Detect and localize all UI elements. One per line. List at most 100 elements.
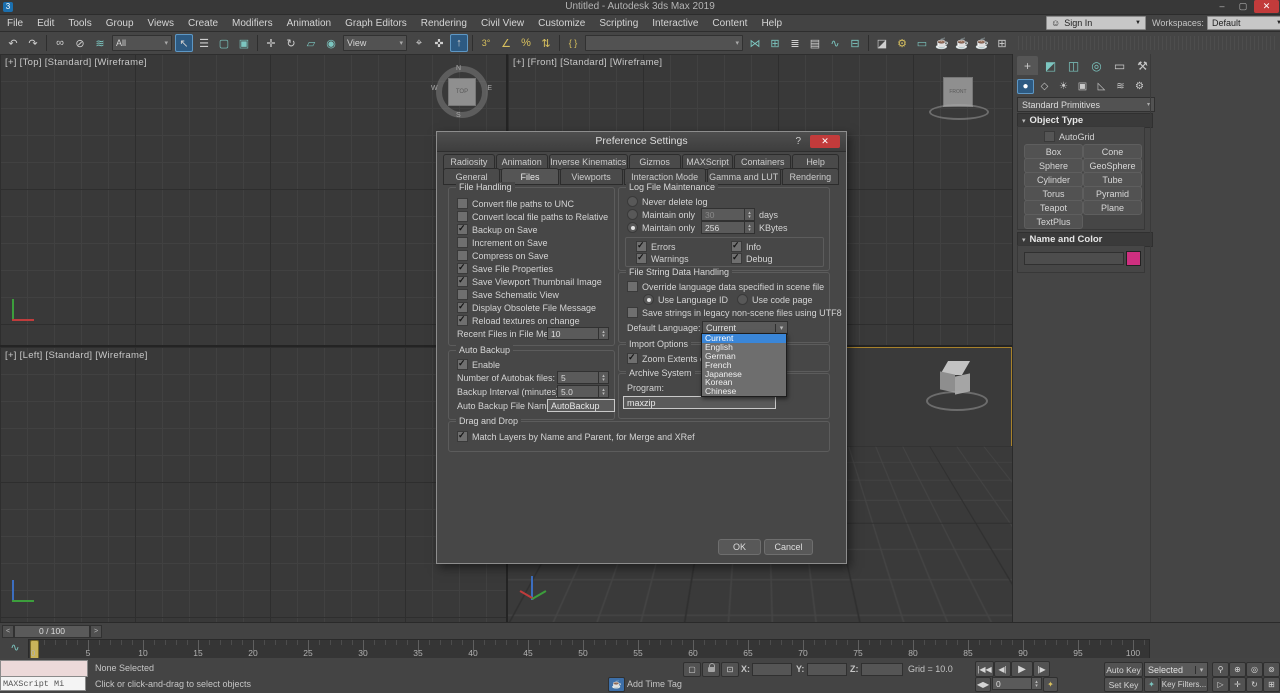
spinner-arrows[interactable]: ▴▾ (744, 222, 754, 233)
compass-east[interactable]: E (487, 85, 492, 92)
tab-rendering[interactable]: Rendering (782, 168, 839, 185)
button-cylinder[interactable]: Cylinder (1024, 172, 1083, 187)
compass-west[interactable]: W (431, 85, 438, 92)
tab-display[interactable]: ▭ (1109, 56, 1130, 75)
checkbox[interactable] (457, 224, 468, 235)
select-and-move-icon[interactable]: ✛ (262, 34, 280, 52)
cancel-button[interactable]: Cancel (764, 539, 813, 555)
rectangular-selection-region-icon[interactable]: ▢ (215, 34, 233, 52)
viewport-left[interactable]: [+] [Left] [Standard] [Wireframe] (0, 347, 506, 622)
archive-program-input[interactable]: maxzip (623, 396, 776, 409)
key-mode-toggle-icon[interactable]: ◀▶ (975, 677, 991, 692)
keyboard-shortcut-override-icon[interactable]: ↑ (450, 34, 468, 52)
dialog-close-button[interactable]: ✕ (810, 135, 840, 148)
spinner-arrows[interactable]: ▴▾ (598, 328, 608, 339)
recent-files-spinner[interactable]: 10 ▴▾ (547, 327, 609, 340)
compass-north[interactable]: N (456, 65, 461, 72)
checkbox[interactable] (457, 302, 468, 313)
button-plane[interactable]: Plane (1083, 200, 1142, 215)
go-to-start-button[interactable]: |◀◀ (975, 661, 994, 677)
kbytes-spinner[interactable]: 256 ▴▾ (701, 221, 755, 234)
menu-modifiers[interactable]: Modifiers (225, 16, 280, 31)
field-of-view-icon[interactable]: ▷ (1212, 677, 1229, 692)
open-autodesk-app-icon[interactable]: ⊞ (993, 34, 1011, 52)
selected-filter-dropdown[interactable]: Selected ▾ (1144, 662, 1208, 677)
align-icon[interactable]: ⊞ (766, 34, 784, 52)
selection-filter-dropdown[interactable]: All▾ (112, 35, 172, 51)
match-layers-checkbox[interactable] (457, 431, 468, 442)
viewport-top[interactable]: [+] [Top] [Standard] [Wireframe] N S W E… (0, 54, 506, 345)
category-systems-icon[interactable]: ⚙ (1131, 79, 1148, 94)
button-tube[interactable]: Tube (1083, 172, 1142, 187)
previous-frame-button[interactable]: ◀| (994, 661, 1011, 677)
menu-animation[interactable]: Animation (280, 16, 338, 31)
viewcube-3d[interactable] (924, 355, 988, 425)
ok-button[interactable]: OK (718, 539, 761, 555)
snaps-toggle-icon[interactable]: 3° (477, 34, 495, 52)
maximize-button[interactable]: ▢ (1234, 0, 1252, 13)
spinner-arrows[interactable]: ▴▾ (598, 386, 608, 397)
category-geometry-icon[interactable]: ● (1017, 79, 1034, 94)
use-code-page-radio[interactable] (737, 294, 748, 305)
menu-create[interactable]: Create (181, 16, 225, 31)
current-frame-spinner[interactable]: 0 ▴▾ (992, 677, 1042, 690)
mini-curve-editor-icon[interactable]: ∿ (6, 641, 24, 657)
percent-snap-icon[interactable]: % (517, 34, 535, 52)
override-language-checkbox[interactable] (627, 281, 638, 292)
zoom-extents-all-icon[interactable]: ⊚ (1263, 662, 1280, 677)
select-and-scale-icon[interactable]: ▱ (302, 34, 320, 52)
tab-motion[interactable]: ◎ (1086, 56, 1107, 75)
maintain-days-radio[interactable] (627, 209, 638, 220)
zoom-all-icon[interactable]: ⊕ (1229, 662, 1246, 677)
mirror-icon[interactable]: ⋈ (746, 34, 764, 52)
select-and-rotate-icon[interactable]: ↻ (282, 34, 300, 52)
backup-name-input[interactable]: AutoBackup (547, 399, 615, 412)
category-helpers-icon[interactable]: ◺ (1093, 79, 1110, 94)
undo-icon[interactable]: ↶ (4, 34, 22, 52)
zoom-extents-checkbox[interactable] (627, 353, 638, 364)
checkbox[interactable] (457, 237, 468, 248)
named-selection-sets-icon[interactable]: { } (564, 34, 582, 52)
checkbox[interactable] (457, 198, 468, 209)
menu-rendering[interactable]: Rendering (414, 16, 474, 31)
button-geosphere[interactable]: GeoSphere (1083, 158, 1142, 173)
use-pivot-point-icon[interactable]: ⌖ (410, 34, 428, 52)
maintain-kbytes-radio[interactable] (627, 222, 638, 233)
tab-viewports[interactable]: Viewports (560, 168, 623, 185)
button-box[interactable]: Box (1024, 144, 1083, 159)
reference-coordinate-dropdown[interactable]: View▾ (343, 35, 407, 51)
viewcube-face[interactable]: FRONT (944, 78, 972, 106)
curve-editor-icon[interactable]: ∿ (826, 34, 844, 52)
button-cone[interactable]: Cone (1083, 144, 1142, 159)
autobak-files-spinner[interactable]: 5 ▴▾ (557, 371, 609, 384)
set-key-mode-icon[interactable]: ✦ (1144, 677, 1159, 692)
menu-interactive[interactable]: Interactive (645, 16, 705, 31)
time-slider[interactable]: 0 / 100 (14, 625, 90, 638)
time-tag-icon[interactable]: ☕ (608, 677, 625, 692)
checkbox[interactable] (457, 211, 468, 222)
z-coordinate-field[interactable] (861, 663, 903, 676)
material-editor-icon[interactable]: ◪ (873, 34, 891, 52)
select-object-icon[interactable]: ↖ (175, 34, 193, 52)
menu-tools[interactable]: Tools (61, 16, 98, 31)
button-textplus[interactable]: TextPlus (1024, 214, 1083, 229)
checkbox[interactable] (457, 289, 468, 300)
viewport-left-label[interactable]: [+] [Left] [Standard] [Wireframe] (5, 350, 148, 361)
button-sphere[interactable]: Sphere (1024, 158, 1083, 173)
workspaces-dropdown[interactable]: Default ▼ (1207, 16, 1280, 30)
select-and-link-icon[interactable]: ∞ (51, 34, 69, 52)
angle-snap-icon[interactable]: ∠ (497, 34, 515, 52)
spinner-snap-icon[interactable]: ⇅ (537, 34, 555, 52)
ribbon-toggle-icon[interactable]: ▤ (806, 34, 824, 52)
isolate-selection-icon[interactable]: ▢ (683, 662, 701, 677)
option-chinese[interactable]: Chinese (702, 387, 786, 396)
dialog-help-button[interactable]: ? (795, 132, 801, 151)
key-icon[interactable]: ✦ (1043, 677, 1058, 692)
x-coordinate-field[interactable] (752, 663, 792, 676)
menu-customize[interactable]: Customize (531, 16, 592, 31)
schematic-view-icon[interactable]: ⊟ (846, 34, 864, 52)
tab-modify[interactable]: ◩ (1040, 56, 1061, 75)
utf8-checkbox[interactable] (627, 307, 638, 318)
key-filters-button[interactable]: Key Filters... (1160, 677, 1208, 692)
prev-frame-button[interactable]: < (2, 625, 14, 638)
